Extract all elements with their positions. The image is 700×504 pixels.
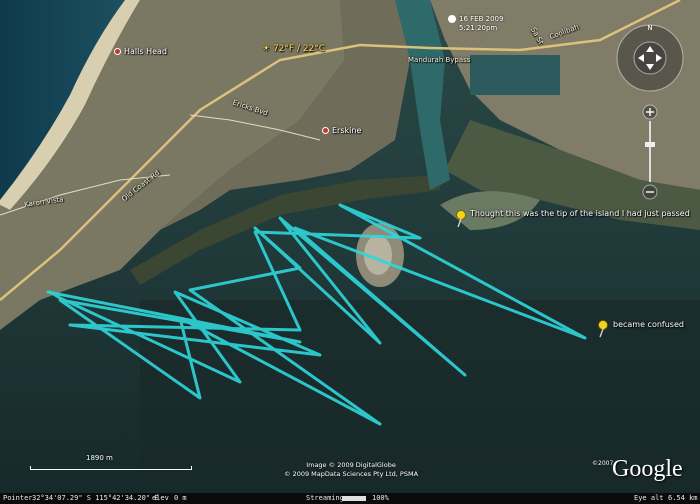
streaming-progress-fill [342, 496, 366, 501]
placemark-island-tip[interactable]: Thought this was the tip of the island I… [454, 209, 690, 232]
image-date: 16 FEB 2009 5:21:20pm [448, 15, 503, 33]
clock-icon [448, 15, 456, 23]
sun-icon: ☀ [262, 44, 271, 54]
zoom-slider-thumb[interactable] [645, 142, 655, 147]
streaming-percent: 100% [372, 494, 389, 502]
placemark-label: became confused [613, 320, 684, 329]
satellite-imagery [0, 0, 700, 504]
eye-alt-label: Eye alt [634, 494, 664, 502]
elevation-label: elev [152, 494, 169, 502]
marina [470, 55, 560, 95]
eye-alt-value: 6.54 km [668, 494, 698, 502]
weather-readout[interactable]: ☀ 72°F / 22°C [262, 44, 325, 54]
place-dot-icon [114, 48, 121, 55]
place-erskine[interactable]: Erskine [322, 126, 361, 135]
scale-label: 1890 m [86, 454, 113, 462]
placemark-became-confused[interactable]: became confused [596, 320, 684, 342]
scale-bar [30, 466, 192, 470]
north-marker[interactable]: N [647, 24, 652, 32]
streaming-label: Streaming [306, 494, 344, 502]
road-label-mandurah-bypass: Mandurah Bypass [408, 56, 471, 64]
google-logo: Google [612, 456, 683, 482]
logo-copyright: ©2007 [592, 460, 614, 467]
imagery-copyright: Image © 2009 DigitalGlobe © 2009 MapData… [284, 461, 419, 478]
place-dot-icon [322, 127, 329, 134]
navigation-controls[interactable]: N [614, 22, 686, 212]
status-bar: Pointer 32°34'07.29" S 115°42'34.20" E e… [0, 493, 700, 504]
place-halls-head[interactable]: Halls Head [114, 47, 167, 56]
pointer-coordinates: 32°34'07.29" S 115°42'34.20" E [32, 494, 159, 502]
elevation-value: 0 m [174, 494, 187, 502]
streaming-progress [342, 496, 366, 501]
map-view[interactable]: Halls Head Erskine Mandurah Bypass Erick… [0, 0, 700, 504]
pushpin-icon [456, 210, 466, 228]
pointer-label: Pointer [3, 494, 33, 502]
pushpin-icon [598, 320, 608, 338]
